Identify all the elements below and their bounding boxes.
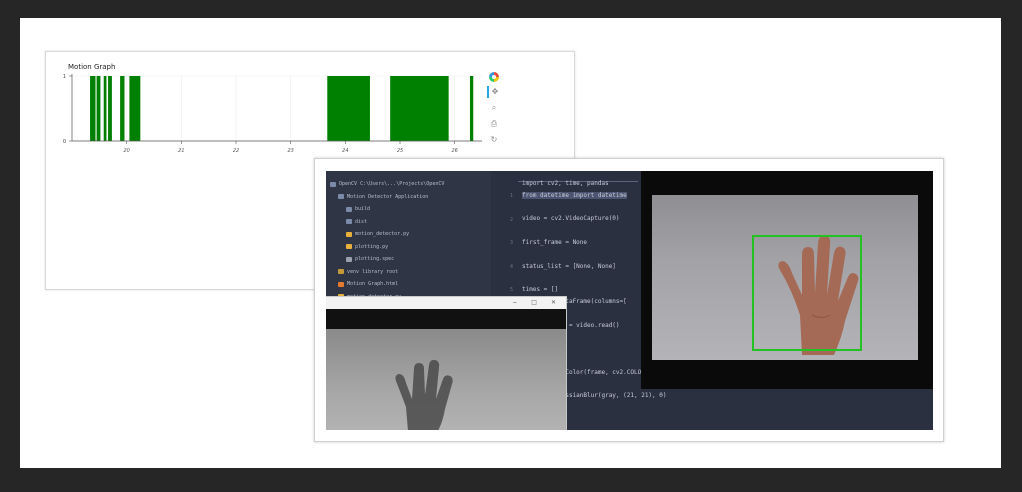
motion-interval-bar — [469, 76, 474, 141]
folder-icon — [346, 219, 352, 224]
line-number: 1 — [509, 193, 513, 199]
motion-interval-bar — [90, 76, 96, 141]
motion-bounding-box — [752, 235, 862, 351]
wheel-zoom-icon[interactable]: ⌕ — [488, 102, 500, 114]
x-tick-label: 21 — [178, 148, 184, 154]
project-tree-item[interactable]: motion_detector.py — [346, 229, 409, 239]
project-tree-item[interactable]: build — [346, 204, 370, 214]
folder-icon — [338, 194, 344, 199]
webcam-color-window — [641, 171, 933, 389]
save-icon[interactable]: ⎙ — [488, 118, 500, 130]
code-line[interactable]: video = cv2.VideoCapture(0) — [522, 215, 620, 222]
line-number: 2 — [509, 216, 513, 223]
code-line[interactable]: first_frame = None — [522, 239, 587, 246]
y-tick-label: 1 — [63, 74, 66, 80]
folder-icon — [346, 206, 352, 212]
file-icon — [346, 231, 352, 237]
project-tree-label: dist — [355, 218, 368, 225]
gray-hand-image — [395, 359, 453, 430]
x-tick-label: 20 — [123, 148, 129, 154]
gray-video — [326, 309, 566, 430]
bokeh-logo-icon — [489, 72, 499, 82]
close-button[interactable]: ✕ — [551, 297, 556, 309]
ide-window: OpenCV C:\Users\...\Projects\OpenCV Motio… — [326, 171, 933, 430]
project-tree-label: motion_detector.py — [355, 231, 410, 237]
project-tree-item[interactable]: venv library root — [338, 267, 398, 277]
line-number: 3 — [509, 240, 513, 246]
project-tree-label: OpenCV C:\Users\...\Projects\OpenCV — [339, 181, 445, 187]
x-tick-label: 24 — [342, 148, 348, 154]
file-icon — [346, 256, 352, 262]
project-tree-label: plotting.py — [355, 243, 389, 250]
y-tick-label: 0 — [63, 139, 66, 145]
webcam-color-frame — [652, 195, 918, 360]
project-tree-label: venv library root — [347, 268, 399, 275]
x-tick-label: 23 — [287, 148, 293, 154]
file-icon — [338, 281, 344, 287]
project-tree-item[interactable]: OpenCV C:\Users\...\Projects\OpenCV — [330, 179, 444, 189]
maximize-button[interactable]: □ — [531, 297, 537, 309]
file-icon — [346, 244, 352, 249]
folder-icon — [330, 181, 336, 187]
code-line[interactable]: import cv2, time, pandas — [522, 180, 609, 187]
code-line[interactable]: times = [] — [522, 286, 558, 293]
line-number: 4 — [509, 263, 513, 270]
plot-toolbar: ✥ ⌕ ⎙ ↻ — [486, 72, 502, 146]
file-icon — [338, 269, 344, 274]
minimize-button[interactable]: − — [512, 297, 517, 309]
project-tree-label: build — [355, 206, 371, 212]
project-tree-item[interactable]: Motion Detector Application — [338, 192, 428, 202]
project-tree-label: Motion Graph.html — [347, 281, 399, 287]
project-tree-label: Motion Detector Application — [347, 193, 429, 200]
motion-interval-bar — [96, 76, 101, 141]
project-tree-item[interactable]: plotting.py — [346, 242, 388, 252]
code-line[interactable]: status_list = [None, None] — [522, 263, 616, 270]
screenshot-card: OpenCV C:\Users\...\Projects\OpenCV Motio… — [314, 158, 944, 442]
reset-icon[interactable]: ↻ — [488, 134, 500, 146]
code-line[interactable]: from datetime import datetime — [522, 191, 627, 199]
line-number: 5 — [509, 287, 513, 293]
gray-frame — [326, 329, 566, 430]
project-tree-item[interactable]: plotting.spec — [346, 254, 394, 264]
x-tick-label: 25 — [397, 148, 403, 154]
motion-interval-bar — [129, 76, 141, 141]
project-tree-label: plotting.spec — [355, 256, 395, 262]
motion-interval-bar — [390, 76, 449, 141]
motion-interval-bar — [120, 76, 125, 141]
x-tick-label: 26 — [451, 148, 457, 154]
pan-icon[interactable]: ✥ — [487, 86, 501, 98]
gray-window-titlebar: − □ ✕ — [326, 297, 566, 309]
gray-frame-window: − □ ✕ — [326, 296, 567, 430]
project-tree-item[interactable]: dist — [346, 217, 367, 227]
motion-interval-bar — [108, 76, 112, 141]
x-tick-label: 22 — [233, 148, 239, 154]
motion-interval-bar — [327, 76, 370, 141]
motion-interval-bar — [103, 76, 107, 141]
project-tree-item[interactable]: Motion Graph.html — [338, 279, 398, 289]
